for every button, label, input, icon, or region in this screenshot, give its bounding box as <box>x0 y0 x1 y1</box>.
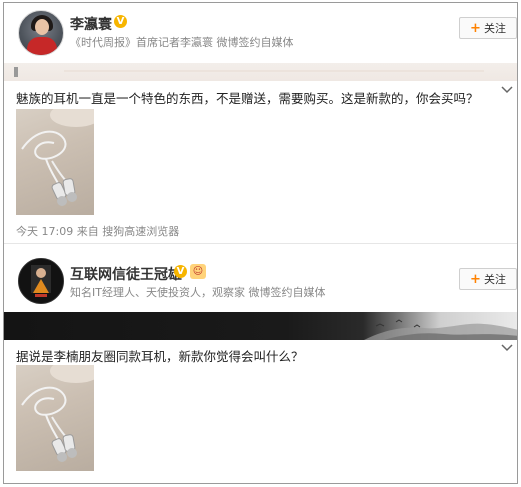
user-description: 知名IT经理人、天使投资人，观察家 微博签约自媒体 <box>70 286 326 299</box>
follow-label: 关注 <box>483 22 506 35</box>
banner-mark <box>14 67 18 77</box>
chevron-down-icon[interactable] <box>501 344 513 355</box>
chevron-down-icon[interactable] <box>501 86 513 97</box>
verified-icon: V <box>174 265 187 278</box>
user-description: 《时代周报》首席记者李瀛寰 微博签约自媒体 <box>70 36 294 49</box>
user-avatar[interactable] <box>18 258 64 304</box>
plus-icon: + <box>470 20 481 36</box>
avatar-face <box>35 19 49 35</box>
user-name[interactable]: 李瀛寰 <box>70 14 112 34</box>
profile-banner <box>4 312 517 340</box>
profile-banner <box>4 63 517 81</box>
post-divider <box>4 243 517 244</box>
post-meta: 今天 17:09 来自 搜狗高速浏览器 <box>16 225 180 238</box>
user-name[interactable]: 互联网信徒王冠雄 <box>70 264 182 284</box>
post-image-earphones[interactable] <box>16 109 94 215</box>
user-avatar[interactable] <box>18 10 64 56</box>
weibo-feed: 李瀛寰 V 《时代周报》首席记者李瀛寰 微博签约自媒体 + 关注 魅族的耳机一直… <box>3 2 518 484</box>
avatar-illustration <box>19 259 63 303</box>
follow-button[interactable]: + 关注 <box>459 17 517 39</box>
post-image-earphones[interactable] <box>16 365 94 471</box>
avatar-body <box>27 37 57 55</box>
plus-icon: + <box>470 271 481 287</box>
post-text: 魅族的耳机一直是一个特色的东西，不是赠送，需要购买。这是新款的，你会买吗？ <box>16 91 479 106</box>
follow-button[interactable]: + 关注 <box>459 268 517 290</box>
member-badge-icon: ☺ <box>190 264 206 279</box>
ink-painting <box>364 319 517 340</box>
post-text: 据说是李楠朋友圈同款耳机，新款你觉得会叫什么？ <box>16 349 304 364</box>
earphones-illustration <box>21 365 94 462</box>
banner-streak <box>64 70 484 72</box>
earphones-illustration <box>21 109 94 206</box>
follow-label: 关注 <box>483 273 506 286</box>
verified-icon: V <box>114 15 127 28</box>
